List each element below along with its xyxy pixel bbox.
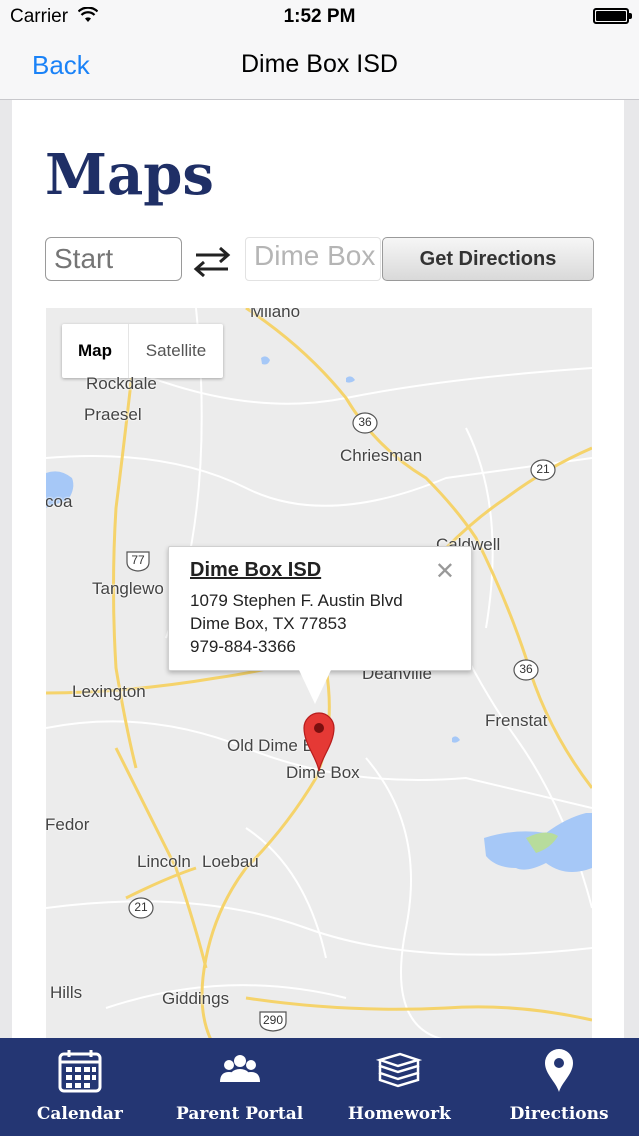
tab-label: Parent Portal — [176, 1104, 304, 1124]
get-directions-button[interactable]: Get Directions — [382, 237, 594, 281]
page-title: Maps — [45, 142, 214, 208]
info-window-address-line1: 1079 Stephen F. Austin Blvd — [190, 591, 403, 610]
map-view[interactable]: Map Satellite Milano Rockdale Praesel Ch… — [46, 308, 592, 1040]
nav-title: Dime Box ISD — [241, 50, 398, 78]
map-type-control: Map Satellite — [62, 324, 223, 378]
tab-label: Directions — [509, 1104, 609, 1124]
destination-input[interactable]: Dime Box ISD — [245, 237, 381, 281]
tab-homework[interactable]: Homework — [320, 1038, 480, 1136]
map-info-window: Dime Box ISD 1079 Stephen F. Austin Blvd… — [168, 546, 472, 704]
close-icon[interactable]: ✕ — [435, 557, 455, 586]
location-pin-icon — [545, 1049, 574, 1092]
tab-bar: Calendar Parent Portal Homework Directio… — [0, 1038, 639, 1136]
info-window-phone: 979-884-3366 — [190, 637, 296, 656]
tab-label: Homework — [347, 1104, 451, 1124]
place-label: Milano — [250, 308, 301, 321]
highway-shield: 21 — [530, 459, 556, 481]
status-bar: Carrier 1:52 PM — [0, 0, 639, 34]
place-label: Frenstat — [485, 711, 548, 730]
calendar-icon — [58, 1050, 102, 1093]
info-window-address-line2: Dime Box, TX 77853 — [190, 614, 347, 633]
tab-calendar[interactable]: Calendar — [0, 1038, 160, 1136]
place-label: Old Dime B — [227, 736, 314, 755]
tab-parent-portal[interactable]: Parent Portal — [160, 1038, 320, 1136]
swap-arrows-icon[interactable] — [192, 245, 232, 277]
place-label: Lexington — [72, 682, 146, 701]
map-marker-icon[interactable] — [302, 710, 336, 772]
content-area: Maps Dime Box ISD Get Directions — [12, 100, 624, 1040]
tab-directions[interactable]: Directions — [479, 1038, 639, 1136]
map-type-map-button[interactable]: Map — [62, 324, 129, 378]
status-time: 1:52 PM — [283, 6, 356, 27]
place-label: Hills — [50, 983, 83, 1002]
place-label: Chriesman — [340, 446, 423, 465]
people-icon — [219, 1055, 260, 1082]
app-screen: Carrier 1:52 PM Back Dime Box ISD Maps D… — [0, 0, 639, 1136]
place-label: coa — [46, 492, 73, 511]
place-label: Loebau — [202, 852, 259, 871]
books-icon — [376, 1052, 423, 1088]
map-type-satellite-button[interactable]: Satellite — [129, 324, 223, 378]
place-label: Rockdale — [86, 374, 157, 393]
place-label: Lincoln — [137, 852, 191, 871]
place-label: Giddings — [162, 989, 230, 1008]
highway-shield: 290 — [258, 1010, 288, 1032]
highway-shield: 77 — [125, 550, 151, 572]
info-window-tail — [299, 670, 331, 704]
place-label: Fedor — [46, 815, 90, 834]
highway-shield: 36 — [352, 412, 378, 434]
highway-shield: 21 — [128, 897, 154, 919]
tab-label: Calendar — [36, 1104, 123, 1124]
place-label: Tanglewo — [92, 579, 164, 598]
info-window-title[interactable]: Dime Box ISD — [190, 559, 321, 582]
navigation-bar: Back Dime Box ISD — [0, 34, 639, 100]
place-label: Praesel — [84, 405, 142, 424]
start-input[interactable] — [45, 237, 182, 281]
highway-shield: 36 — [513, 659, 539, 681]
battery-icon — [593, 8, 632, 24]
